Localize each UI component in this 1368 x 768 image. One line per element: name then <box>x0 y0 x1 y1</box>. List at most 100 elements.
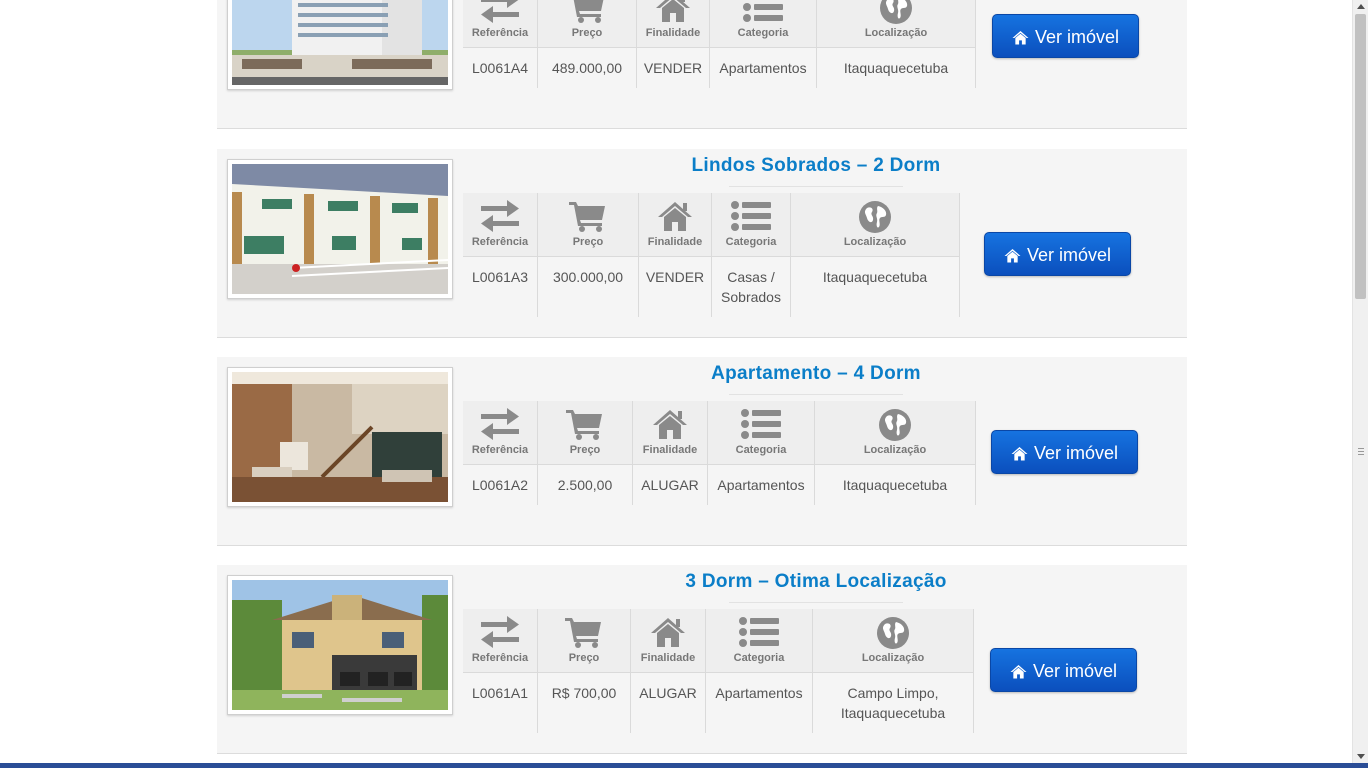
purpose-label: Finalidade <box>640 652 696 664</box>
exchange-icon <box>469 616 531 650</box>
globe-icon <box>821 408 969 442</box>
location-label: Localização <box>864 27 928 39</box>
globe-icon <box>823 0 969 25</box>
home-icon <box>1011 446 1028 461</box>
tower-building-image <box>232 0 448 85</box>
reference-value: L0061A3 <box>471 269 529 285</box>
category-header: Categoria <box>709 0 817 48</box>
location-value: Itaquaquecetuba <box>814 464 976 505</box>
list-icon <box>718 200 784 234</box>
location-value: Campo Limpo, Itaquaquecetuba <box>812 672 974 733</box>
category-value: Apartamentos <box>707 464 815 505</box>
listing-specs: Referência Preço Finalidade Categoria Lo… <box>463 193 960 317</box>
home-icon <box>639 408 701 442</box>
scroll-up-arrow[interactable] <box>1353 0 1368 14</box>
category-header: Categoria <box>705 609 813 673</box>
home-icon <box>637 616 699 650</box>
property-photo[interactable] <box>227 367 453 507</box>
price-label: Preço <box>571 27 603 39</box>
home-icon <box>1012 30 1029 45</box>
category-value: Casas / Sobrados <box>711 256 791 317</box>
home-icon <box>643 0 703 25</box>
view-property-label: Ver imóvel <box>1033 443 1119 463</box>
scrollbar-grip-icon <box>1358 448 1364 456</box>
listing-title[interactable]: Apartamento – 4 Dorm <box>463 363 1169 385</box>
price-label: Preço <box>572 236 604 248</box>
reference-label: Referência <box>471 444 529 456</box>
scrollbar-thumb[interactable] <box>1355 14 1366 299</box>
price-label: Preço <box>569 444 601 456</box>
exchange-icon <box>469 200 531 234</box>
purpose-value: VENDER <box>638 256 712 317</box>
view-property-button[interactable]: Ver imóvel <box>991 430 1138 474</box>
price-header: Preço <box>537 0 637 48</box>
view-property-label: Ver imóvel <box>1034 27 1120 47</box>
purpose-label: Finalidade <box>645 27 701 39</box>
purpose-label: Finalidade <box>647 236 703 248</box>
title-divider <box>729 602 903 603</box>
shopping-cart-icon <box>544 0 630 25</box>
listing-specs: Referência Preço Finalidade Categoria Lo… <box>463 609 974 733</box>
listing-title[interactable]: Lindos Sobrados – 2 Dorm <box>463 155 1169 177</box>
category-header: Categoria <box>707 401 815 465</box>
reference-value: L0061A1 <box>471 685 529 701</box>
location-value: Itaquaquecetuba <box>816 47 976 88</box>
view-property-button[interactable]: Ver imóvel <box>992 14 1139 58</box>
price-header: Preço <box>537 193 639 257</box>
view-property-label: Ver imóvel <box>1032 661 1118 681</box>
property-photo[interactable] <box>227 159 453 299</box>
globe-icon <box>819 616 967 650</box>
exchange-icon <box>469 408 531 442</box>
title-divider <box>729 186 903 187</box>
price-header: Preço <box>537 609 631 673</box>
category-header: Categoria <box>711 193 791 257</box>
price-value: R$ 700,00 <box>537 672 631 733</box>
listing-card: Lindos Sobrados – 2 Dorm Referência Preç… <box>217 149 1187 338</box>
listing-card: 3 Dorm – Otima Localização Referência Pr… <box>217 565 1187 754</box>
shopping-cart-icon <box>544 200 632 234</box>
property-photo[interactable] <box>227 0 453 90</box>
townhouses-image <box>232 164 448 294</box>
purpose-header: Finalidade <box>636 0 710 48</box>
location-header: Localização <box>812 609 974 673</box>
reference-label: Referência <box>471 236 529 248</box>
category-label: Categoria <box>737 27 789 39</box>
price-label: Preço <box>568 652 600 664</box>
reference-header: Referência <box>463 609 538 673</box>
view-property-button[interactable]: Ver imóvel <box>984 232 1131 276</box>
house-exterior-image <box>232 580 448 710</box>
category-value: Apartamentos <box>705 672 813 733</box>
reference-header: Referência <box>463 0 538 48</box>
property-photo[interactable] <box>227 575 453 715</box>
category-label: Categoria <box>725 236 777 248</box>
globe-icon <box>797 200 953 234</box>
home-icon <box>645 200 705 234</box>
price-header: Preço <box>537 401 633 465</box>
category-label: Categoria <box>735 444 787 456</box>
location-label: Localização <box>843 236 907 248</box>
location-value: Itaquaquecetuba <box>790 256 960 317</box>
view-property-label: Ver imóvel <box>1026 245 1112 265</box>
footer-bar <box>0 763 1368 768</box>
price-value: 300.000,00 <box>537 256 639 317</box>
location-label: Localização <box>863 444 927 456</box>
home-icon <box>1010 664 1027 679</box>
scroll-down-arrow[interactable] <box>1353 749 1368 763</box>
listing-specs: Referência Preço Finalidade Categoria Lo… <box>463 0 976 88</box>
home-icon <box>1004 248 1021 263</box>
listing-card: Referência Preço Finalidade Categoria Lo… <box>217 0 1187 129</box>
purpose-value: ALUGAR <box>632 464 708 505</box>
location-header: Localização <box>814 401 976 465</box>
view-property-button[interactable]: Ver imóvel <box>990 648 1137 692</box>
list-icon <box>712 616 806 650</box>
reference-value: L0061A2 <box>471 477 529 493</box>
purpose-header: Finalidade <box>630 609 706 673</box>
title-divider <box>729 394 903 395</box>
vertical-scrollbar[interactable] <box>1352 0 1368 763</box>
category-label: Categoria <box>733 652 785 664</box>
purpose-header: Finalidade <box>638 193 712 257</box>
list-icon <box>716 0 810 25</box>
listing-specs: Referência Preço Finalidade Categoria Lo… <box>463 401 976 505</box>
shopping-cart-icon <box>544 408 626 442</box>
listing-title[interactable]: 3 Dorm – Otima Localização <box>463 571 1169 593</box>
